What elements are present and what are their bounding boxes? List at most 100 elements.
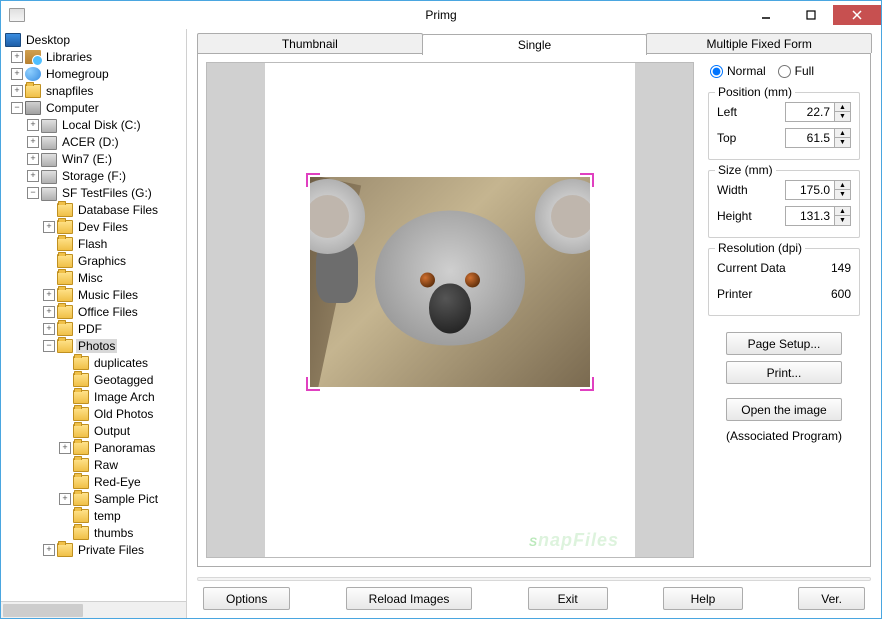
- tab-single[interactable]: Single: [422, 34, 648, 55]
- spacer: [43, 204, 55, 216]
- expand-icon[interactable]: +: [27, 170, 39, 182]
- expand-icon[interactable]: +: [27, 119, 39, 131]
- tree-item[interactable]: Old Photos: [3, 405, 186, 422]
- tree-item[interactable]: duplicates: [3, 354, 186, 371]
- radio-normal[interactable]: [710, 65, 723, 78]
- tree-item[interactable]: Output: [3, 422, 186, 439]
- width-spinner[interactable]: ▲▼: [785, 180, 851, 200]
- tree-snapfiles[interactable]: + snapfiles: [3, 82, 186, 99]
- spacer: [43, 255, 55, 267]
- expand-icon[interactable]: +: [43, 323, 55, 335]
- crop-handle-bl[interactable]: [306, 377, 320, 391]
- collapse-icon[interactable]: −: [27, 187, 39, 199]
- maximize-button[interactable]: [788, 5, 833, 25]
- tree-item[interactable]: Red-Eye: [3, 473, 186, 490]
- tree-item[interactable]: Raw: [3, 456, 186, 473]
- expand-icon[interactable]: +: [27, 136, 39, 148]
- tree-drive-f[interactable]: +Storage (F:): [3, 167, 186, 184]
- spin-up-icon[interactable]: ▲: [835, 207, 850, 216]
- top-input[interactable]: [785, 128, 835, 148]
- button-label: Reload Images: [369, 592, 450, 606]
- reload-images-button[interactable]: Reload Images: [346, 587, 473, 610]
- mode-full-radio[interactable]: Full: [778, 64, 814, 78]
- height-input[interactable]: [785, 206, 835, 226]
- spin-down-icon[interactable]: ▼: [835, 138, 850, 147]
- tree-item[interactable]: +Private Files: [3, 541, 186, 558]
- tab-multiple[interactable]: Multiple Fixed Form: [646, 33, 872, 53]
- tree-label: snapfiles: [44, 84, 95, 98]
- horizontal-scrollbar[interactable]: [1, 601, 186, 618]
- preview-page[interactable]: SSnapFilesnapFiles: [206, 62, 694, 558]
- expand-icon[interactable]: +: [11, 68, 23, 80]
- open-image-button[interactable]: Open the image: [726, 398, 842, 421]
- tree-item[interactable]: Geotagged: [3, 371, 186, 388]
- spin-up-icon[interactable]: ▲: [835, 181, 850, 190]
- exit-button[interactable]: Exit: [528, 587, 608, 610]
- left-spinner[interactable]: ▲▼: [785, 102, 851, 122]
- tree-item[interactable]: Database Files: [3, 201, 186, 218]
- preview-image[interactable]: [310, 177, 590, 387]
- expand-icon[interactable]: +: [59, 442, 71, 454]
- tree-item[interactable]: temp: [3, 507, 186, 524]
- print-button[interactable]: Print...: [726, 361, 842, 384]
- tree-item[interactable]: thumbs: [3, 524, 186, 541]
- bottom-bar: Options Reload Images Exit Help Ver.: [187, 573, 881, 618]
- tree-item[interactable]: Graphics: [3, 252, 186, 269]
- expand-icon[interactable]: +: [59, 493, 71, 505]
- spin-down-icon[interactable]: ▼: [835, 190, 850, 199]
- left-input[interactable]: [785, 102, 835, 122]
- current-data-value: 149: [811, 261, 851, 275]
- tree-label: Old Photos: [92, 407, 155, 421]
- tree-photos[interactable]: −Photos: [3, 337, 186, 354]
- close-button[interactable]: [833, 5, 881, 25]
- tree-drive-d[interactable]: +ACER (D:): [3, 133, 186, 150]
- tab-thumbnail[interactable]: Thumbnail: [197, 33, 423, 53]
- crop-handle-tr[interactable]: [580, 173, 594, 187]
- spin-down-icon[interactable]: ▼: [835, 112, 850, 121]
- expand-icon[interactable]: +: [43, 289, 55, 301]
- spin-up-icon[interactable]: ▲: [835, 129, 850, 138]
- collapse-icon[interactable]: −: [43, 340, 55, 352]
- tree-drive-e[interactable]: +Win7 (E:): [3, 150, 186, 167]
- expand-icon[interactable]: +: [43, 221, 55, 233]
- tree-libraries[interactable]: +Libraries: [3, 48, 186, 65]
- tree-item[interactable]: Image Arch: [3, 388, 186, 405]
- collapse-icon[interactable]: −: [11, 102, 23, 114]
- tree-item[interactable]: Misc: [3, 269, 186, 286]
- tree-item[interactable]: Flash: [3, 235, 186, 252]
- tree-drive-c[interactable]: +Local Disk (C:): [3, 116, 186, 133]
- crop-handle-br[interactable]: [580, 377, 594, 391]
- minimize-button[interactable]: [743, 5, 788, 25]
- crop-handle-tl[interactable]: [306, 173, 320, 187]
- tree-homegroup[interactable]: +Homegroup: [3, 65, 186, 82]
- tree-drive-g[interactable]: −SF TestFiles (G:): [3, 184, 186, 201]
- folder-icon: [73, 441, 89, 455]
- expand-icon[interactable]: +: [43, 306, 55, 318]
- tree-computer[interactable]: −Computer: [3, 99, 186, 116]
- tree-item[interactable]: +Office Files: [3, 303, 186, 320]
- mode-normal-radio[interactable]: Normal: [710, 64, 766, 78]
- expand-icon[interactable]: +: [11, 85, 23, 97]
- page-setup-button[interactable]: Page Setup...: [726, 332, 842, 355]
- expand-icon[interactable]: +: [43, 544, 55, 556]
- tree-label: Graphics: [76, 254, 128, 268]
- folder-tree[interactable]: Desktop +Libraries +Homegroup + snapfiles…: [1, 29, 186, 601]
- tree-item[interactable]: +Sample Pict: [3, 490, 186, 507]
- top-label: Top: [717, 131, 736, 145]
- spin-down-icon[interactable]: ▼: [835, 216, 850, 225]
- height-spinner[interactable]: ▲▼: [785, 206, 851, 226]
- help-button[interactable]: Help: [663, 587, 743, 610]
- tree-item[interactable]: +Panoramas: [3, 439, 186, 456]
- tree-item[interactable]: +Music Files: [3, 286, 186, 303]
- tree-item[interactable]: +Dev Files: [3, 218, 186, 235]
- expand-icon[interactable]: +: [27, 153, 39, 165]
- radio-full[interactable]: [778, 65, 791, 78]
- expand-icon[interactable]: +: [11, 51, 23, 63]
- tree-desktop[interactable]: Desktop: [3, 31, 186, 48]
- version-button[interactable]: Ver.: [798, 587, 865, 610]
- options-button[interactable]: Options: [203, 587, 290, 610]
- width-input[interactable]: [785, 180, 835, 200]
- spin-up-icon[interactable]: ▲: [835, 103, 850, 112]
- tree-item[interactable]: +PDF: [3, 320, 186, 337]
- top-spinner[interactable]: ▲▼: [785, 128, 851, 148]
